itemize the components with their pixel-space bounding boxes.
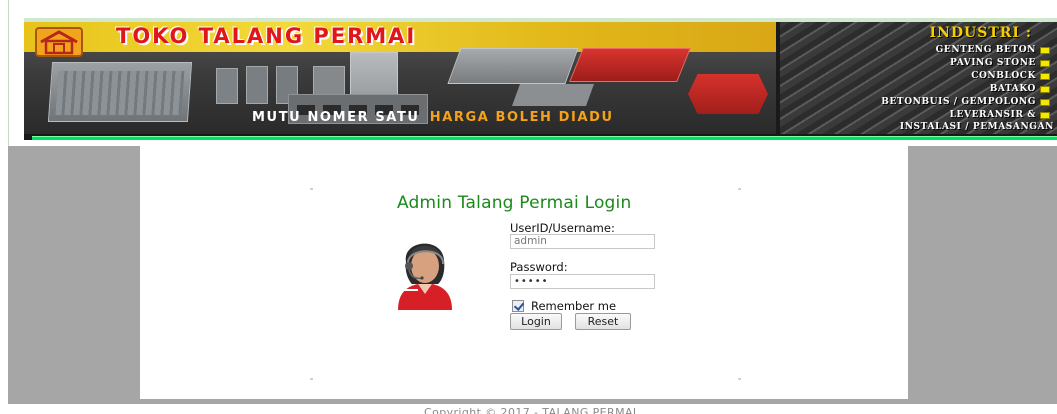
card-decoration (310, 188, 313, 190)
industri-item: LEVERANSIR & (950, 109, 1050, 121)
industri-item: PAVING STONE (950, 57, 1050, 69)
industri-item: GENTENG BETON (936, 44, 1050, 56)
industri-item: BETONBUIS / GEMPOLONG (881, 96, 1050, 108)
remember-me-row[interactable]: Remember me (512, 299, 616, 313)
remember-me-checkbox[interactable] (512, 300, 524, 312)
product-gray-paver (511, 84, 595, 106)
copyright-text: Copyright © 2017 - TALANG PERMAI (424, 406, 637, 414)
remember-me-label[interactable]: Remember me (531, 299, 616, 313)
industri-title: INDUSTRI : (929, 25, 1032, 41)
industri-item-label: PAVING STONE (949, 58, 1036, 68)
reset-button[interactable]: Reset (575, 313, 631, 330)
industri-item: BATAKO (990, 83, 1050, 95)
banner-product-area: TOKO TALANG PERMAI MUTU NOMER SATU HARGA… (24, 22, 776, 134)
industri-item: CONBLOCK (971, 70, 1050, 82)
slogan-highlight: HARGA BOLEH DIADU (429, 110, 614, 125)
product-post (216, 68, 238, 104)
product-gray-slab (447, 48, 579, 84)
password-label: Password: (510, 260, 568, 274)
industri-item-label: INSTALASI / PEMASANGAN (899, 122, 1054, 132)
yellow-bullet-icon (1040, 85, 1050, 93)
card-decoration (310, 378, 313, 380)
card-decoration (738, 378, 741, 380)
product-red-hex-paver (688, 74, 768, 114)
banner-slogan: MUTU NOMER SATU HARGA BOLEH DIADU (252, 110, 614, 125)
username-input[interactable]: admin (510, 234, 655, 249)
yellow-bullet-icon (1040, 111, 1050, 119)
house-logo-icon (35, 27, 83, 57)
product-red-paver (569, 48, 691, 82)
username-label: UserID/Username: (510, 221, 615, 235)
industri-item-label: CONBLOCK (971, 71, 1036, 81)
yellow-bullet-icon (1040, 98, 1050, 106)
industri-item-label: BETONBUIS / GEMPOLONG (881, 97, 1036, 107)
footer: Copyright © 2017 - TALANG PERMAI (0, 404, 1057, 414)
login-button[interactable]: Login (510, 313, 562, 330)
login-title: Admin Talang Permai Login (397, 193, 632, 213)
product-post (246, 66, 268, 104)
support-agent-avatar-icon (384, 226, 468, 310)
industri-panel: INDUSTRI : GENTENG BETON PAVING STONE CO… (780, 22, 1057, 134)
header-banner: TOKO TALANG PERMAI MUTU NOMER SATU HARGA… (24, 18, 1057, 140)
yellow-bullet-icon (1040, 72, 1050, 80)
yellow-bullet-icon (1040, 59, 1050, 67)
industri-item-label: LEVERANSIR & (949, 110, 1036, 120)
product-fence-panel (47, 62, 193, 122)
industri-item-label: BATAKO (989, 84, 1036, 94)
industri-item: INSTALASI / PEMASANGAN (900, 121, 1054, 133)
industri-item-label: GENTENG BETON (935, 45, 1036, 55)
brand-title: TOKO TALANG PERMAI (116, 24, 417, 48)
yellow-bullet-icon (1040, 46, 1050, 54)
password-input[interactable]: ••••• (510, 274, 655, 289)
slogan-text: MUTU NOMER SATU (252, 110, 420, 125)
accent-bar (32, 136, 1057, 140)
card-decoration (738, 188, 741, 190)
